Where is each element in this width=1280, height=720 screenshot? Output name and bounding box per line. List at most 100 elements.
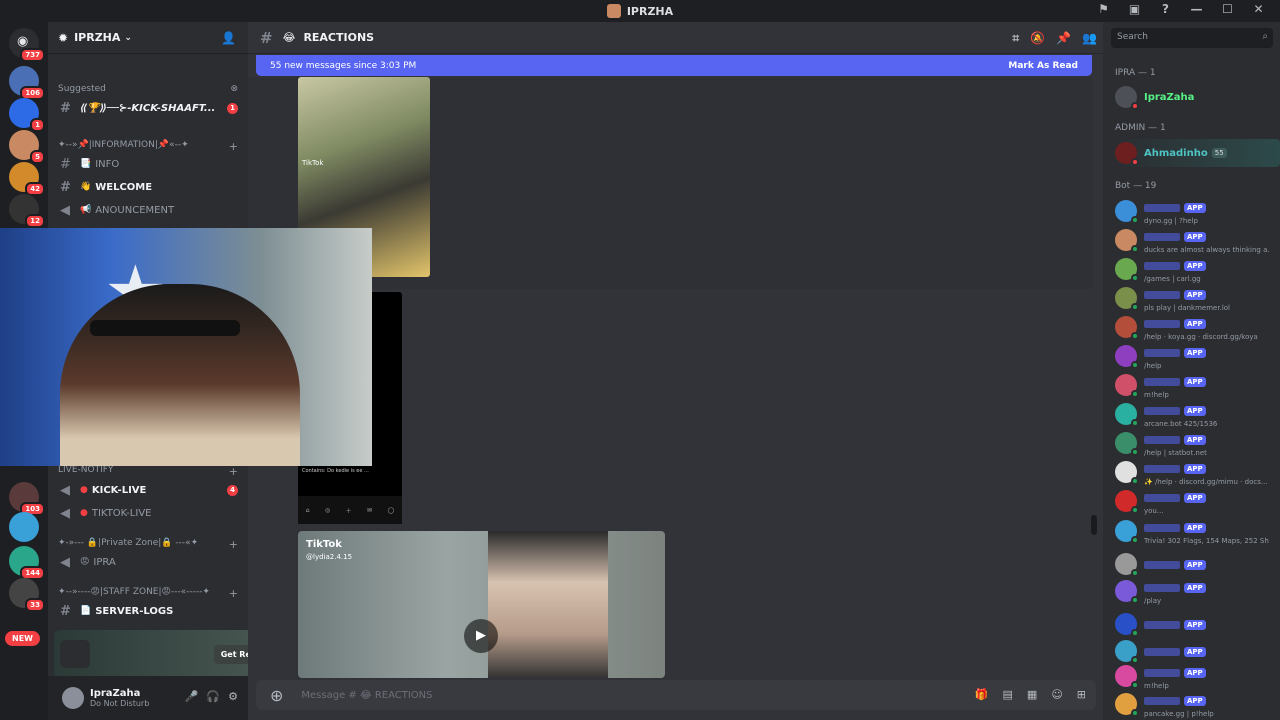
minimize-button[interactable]: — — [1181, 2, 1212, 16]
search-placeholder: Search — [1117, 32, 1148, 42]
app-badge: APP — [1184, 261, 1206, 271]
hash-icon: # — [60, 100, 71, 116]
member-bot[interactable]: APP m!help — [1115, 662, 1280, 690]
add-attachment-icon[interactable]: ⊕ — [270, 686, 283, 705]
channel-announcement[interactable]: ◀ 📢 ANOUNCEMENT — [54, 200, 240, 220]
gear-icon[interactable]: ⚙ — [228, 690, 238, 703]
server-icon[interactable]: 144 — [9, 546, 45, 580]
server-icon[interactable]: 1 — [9, 98, 45, 132]
server-icon[interactable]: 42 — [9, 162, 45, 196]
member-bot[interactable]: APP/help | statbot.net — [1115, 429, 1280, 457]
member-bot[interactable]: APP Trivia! 302 Flags, 154 Maps, 252 Shap — [1115, 517, 1280, 545]
channel-kick-shaaft[interactable]: # ⟪🏆⟫──⊱-KICK-SHAAFT... 1 — [54, 98, 240, 118]
gift-icon[interactable]: 🎁 — [975, 688, 989, 701]
status-icon — [1131, 419, 1139, 427]
member-bot[interactable]: APP/help · koya.gg · discord.gg/koya — [1115, 313, 1280, 341]
gif-icon[interactable]: ▤ — [1003, 688, 1013, 701]
bot-name-redacted — [1144, 407, 1180, 415]
sticker-icon[interactable]: ▦ — [1027, 688, 1037, 701]
member-bot[interactable]: APP arcane.bot 425/1536 — [1115, 400, 1280, 428]
member-category: Bot — 19 — [1115, 181, 1157, 191]
pin-icon[interactable]: 📌 — [1056, 31, 1071, 46]
avatar[interactable] — [62, 687, 84, 709]
channel-info[interactable]: # 📑 INFO — [54, 154, 240, 174]
member-list-icon[interactable]: 👥 — [1082, 31, 1097, 46]
server-icon[interactable]: 5 — [9, 130, 45, 164]
avatar — [1115, 200, 1139, 224]
server-icon[interactable]: 106 — [9, 66, 45, 100]
status-icon — [1131, 245, 1139, 253]
add-channel-icon[interactable]: + — [229, 587, 238, 600]
channel-ipra[interactable]: ◀ 😡 IPRA — [54, 552, 240, 572]
category-private-zone[interactable]: ✦-»--- 🔒|Private Zone|🔒 ---«✦ + — [58, 538, 238, 551]
server-icon[interactable]: 12 — [9, 194, 45, 228]
close-button[interactable]: ✕ — [1243, 2, 1274, 16]
member-bot[interactable]: APP ✨ /help · discord.gg/mimu · docs... — [1115, 458, 1280, 486]
play-icon[interactable]: ▶ — [464, 619, 498, 653]
member-bot[interactable]: APP pls play | dankmemer.lol — [1115, 284, 1280, 312]
tiktok-video-attachment[interactable]: TikTok @lydia2.4.15 ▶ — [298, 531, 665, 678]
member-bot[interactable]: APP dyno.gg | ?help — [1115, 197, 1280, 225]
member-bot[interactable]: APP m!help — [1115, 371, 1280, 399]
member-status: /help | statbot.net — [1144, 448, 1207, 457]
avatar — [1115, 142, 1139, 166]
server-icon[interactable] — [9, 512, 39, 542]
add-channel-icon[interactable]: + — [229, 465, 238, 478]
notification-bell-icon[interactable]: 🔕 — [1030, 31, 1045, 46]
headband — [90, 320, 240, 336]
mark-as-read-button[interactable]: Mark As Read — [1008, 61, 1078, 71]
home-button[interactable]: ◉ 737 — [9, 28, 45, 62]
threads-icon[interactable]: ⌗ — [1012, 31, 1019, 46]
friends-icon: ◎ — [324, 506, 331, 514]
scrollbar[interactable] — [1091, 515, 1097, 535]
apps-icon[interactable]: ⊞ — [1077, 688, 1086, 701]
member-bot[interactable]: APP ducks are almost always thinking a... — [1115, 226, 1280, 254]
invite-icon[interactable]: 👤 — [221, 31, 236, 45]
message-input[interactable]: Message # 😂 REACTIONS — [301, 690, 432, 701]
server-header[interactable]: ✹ IPRZHA ⌄ 👤 — [48, 22, 248, 54]
channel-server-logs[interactable]: # 📄 SERVER-LOGS — [54, 601, 240, 621]
member-category: IPRA — 1 — [1115, 68, 1156, 78]
add-channel-icon[interactable]: + — [229, 538, 238, 551]
help-icon[interactable]: ? — [1150, 2, 1181, 16]
avatar — [1115, 580, 1139, 604]
category-information[interactable]: ✦--»📌|INFORMATION|📌«--✦ + — [58, 140, 238, 153]
member-bot[interactable]: APP/help — [1115, 342, 1280, 370]
category-staff-zone[interactable]: ✦--»----😡|STAFF ZONE|😡---«-----✦ + — [58, 587, 238, 600]
channel-kick-live[interactable]: ◀ ● KICK-LIVE 4 — [54, 480, 240, 500]
category-live-notify[interactable]: LIVE-NOTIFY + — [58, 465, 238, 478]
category-label: LIVE-NOTIFY — [58, 465, 114, 475]
member-bot[interactable]: APP/play — [1115, 577, 1280, 605]
headphones-icon[interactable]: 🎧 — [206, 690, 220, 703]
channel-welcome[interactable]: # 👋 WELCOME — [54, 177, 240, 197]
discord-logo-icon — [60, 640, 90, 668]
member-bot[interactable]: APP pancake.gg | p!help — [1115, 690, 1280, 718]
microphone-icon[interactable]: 🎤 — [185, 690, 199, 703]
dismiss-icon[interactable]: ⊗ — [230, 84, 238, 94]
member-ipra[interactable]: IpraZaha — [1115, 83, 1280, 111]
avatar — [1115, 316, 1139, 340]
maximize-button[interactable]: ☐ — [1212, 2, 1243, 16]
member-bot[interactable]: APP — [1115, 610, 1280, 638]
member-bot[interactable]: APP — [1115, 637, 1280, 665]
bot-name-redacted — [1144, 233, 1180, 241]
inbox-icon[interactable]: ⚑ — [1088, 2, 1119, 16]
message-composer[interactable]: ⊕ Message # 😂 REACTIONS 🎁 ▤ ▦ ☺ ⊞ — [256, 680, 1096, 710]
search-input[interactable]: Search ⌕ — [1111, 28, 1273, 48]
member-bot[interactable]: APP/games | carl.gg — [1115, 255, 1280, 283]
server-badge: 12 — [25, 214, 45, 228]
add-channel-icon[interactable]: + — [229, 140, 238, 153]
member-admin[interactable]: Ahmadinho 55 — [1115, 139, 1280, 167]
member-bot[interactable]: APP — [1115, 550, 1280, 578]
server-icon[interactable]: 103 — [9, 482, 45, 516]
streamer-video — [60, 284, 300, 466]
channel-tiktok-live[interactable]: ◀ ● TIKTOK-LIVE — [54, 503, 240, 523]
server-icon[interactable]: 33 — [9, 578, 45, 612]
status-icon — [1131, 361, 1139, 369]
member-bot[interactable]: APP you... — [1115, 487, 1280, 515]
bot-name-redacted — [1144, 378, 1180, 386]
new-messages-bar[interactable]: 55 new messages since 3:03 PM Mark As Re… — [256, 55, 1092, 76]
emoji-icon[interactable]: ☺ — [1051, 688, 1062, 701]
screen-icon[interactable]: ▣ — [1119, 2, 1150, 16]
category-label: ✦--»----😡|STAFF ZONE|😡---«-----✦ — [58, 587, 210, 597]
